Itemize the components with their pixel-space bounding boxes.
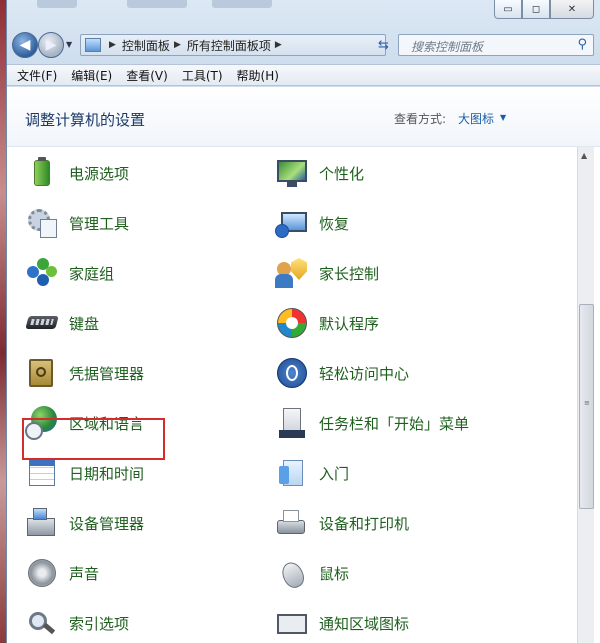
highlight-box	[22, 418, 165, 460]
calendar-icon	[25, 456, 59, 490]
item-homegroup[interactable]: 家庭组	[25, 255, 114, 291]
content-header: 调整计算机的设置 查看方式: 大图标 ▼	[7, 87, 600, 147]
minimize-button[interactable]: ▭	[494, 0, 522, 19]
search-placeholder: 搜索控制面板	[411, 40, 484, 54]
navigation-bar: ◀ ▶ ▼ ▶ 控制面板 ▶ 所有控制面板项 ▶ ▼ ⇆ 搜索控制面板 ⚲	[6, 30, 600, 60]
caption-buttons: ▭ ◻ ✕	[494, 0, 594, 19]
background-window-titles	[27, 0, 287, 24]
taskbar-icon	[275, 406, 309, 440]
item-sound[interactable]: 声音	[25, 555, 99, 591]
item-date-time[interactable]: 日期和时间	[25, 455, 144, 491]
item-personalization[interactable]: 个性化	[275, 155, 364, 191]
breadcrumb-separator-icon[interactable]: ▶	[109, 40, 116, 50]
address-bar[interactable]: ▶ 控制面板 ▶ 所有控制面板项 ▶ ▼	[80, 34, 405, 56]
item-label: 设备和打印机	[319, 514, 410, 533]
credential-manager-icon	[25, 356, 59, 390]
parental-controls-icon	[275, 256, 309, 290]
scrollbar-thumb[interactable]: ≡	[579, 304, 594, 509]
item-label: 家庭组	[69, 264, 115, 283]
device-manager-icon	[25, 506, 59, 540]
item-devices-printers[interactable]: 设备和打印机	[275, 505, 409, 541]
item-notification-area-icons[interactable]: 通知区域图标	[275, 605, 409, 641]
notification-icon	[275, 606, 309, 640]
content-pane: 调整计算机的设置 查看方式: 大图标 ▼ 电源选项 个性化 管理工具 恢复 家庭…	[7, 87, 600, 643]
item-mouse[interactable]: 鼠标	[275, 555, 350, 592]
view-by-label: 查看方式:	[394, 112, 447, 126]
item-recovery[interactable]: 恢复	[275, 205, 349, 241]
item-parental-controls[interactable]: 家长控制	[275, 255, 379, 291]
menu-tools[interactable]: 工具(T)	[182, 67, 223, 84]
item-label: 鼠标	[319, 564, 350, 583]
item-device-manager[interactable]: 设备管理器	[25, 505, 144, 541]
menu-edit[interactable]: 编辑(E)	[71, 67, 112, 84]
item-label: 任务栏和「开始」菜单	[319, 414, 470, 433]
speaker-icon	[25, 556, 59, 590]
scroll-up-icon[interactable]: ▲	[581, 151, 587, 160]
recent-pages-dropdown-icon[interactable]: ▼	[66, 40, 72, 49]
admin-tools-icon	[25, 206, 59, 240]
grip-icon: ≡	[584, 399, 590, 407]
getting-started-icon	[275, 456, 309, 490]
item-label: 键盘	[69, 314, 100, 333]
page-title: 调整计算机的设置	[25, 111, 146, 129]
item-label: 家长控制	[319, 264, 380, 283]
chevron-down-icon[interactable]: ▼	[500, 113, 506, 122]
breadcrumb-separator-icon[interactable]: ▶	[275, 40, 282, 50]
item-label: 默认程序	[319, 314, 380, 333]
homegroup-icon	[25, 256, 59, 290]
item-label: 入门	[319, 464, 350, 483]
close-button[interactable]: ✕	[550, 0, 594, 19]
item-label: 个性化	[319, 164, 365, 183]
personalization-icon	[275, 156, 309, 190]
item-ease-of-access[interactable]: 轻松访问中心	[275, 355, 409, 391]
search-icon[interactable]: ⚲	[577, 37, 587, 52]
item-label: 恢复	[319, 214, 350, 233]
recovery-icon	[275, 206, 309, 240]
item-getting-started[interactable]: 入门	[275, 455, 349, 491]
menu-bar: 文件(F) 编辑(E) 查看(V) 工具(T) 帮助(H)	[7, 64, 600, 86]
vertical-scrollbar[interactable]: ▲ ≡	[577, 147, 594, 643]
indexing-icon	[25, 606, 59, 640]
maximize-button[interactable]: ◻	[522, 0, 550, 19]
item-label: 轻松访问中心	[319, 364, 410, 383]
item-indexing-options[interactable]: 索引选项	[25, 605, 129, 641]
menu-view[interactable]: 查看(V)	[126, 67, 168, 84]
item-admin-tools[interactable]: 管理工具	[25, 205, 129, 241]
mouse-icon	[275, 556, 309, 592]
back-button[interactable]: ◀	[12, 32, 38, 58]
battery-icon	[25, 156, 59, 190]
control-panel-icon	[85, 38, 101, 52]
default-programs-icon	[275, 306, 309, 340]
control-panel-items: 电源选项 个性化 管理工具 恢复 家庭组 家长控制 键盘 默认程序 凭据管理器 …	[7, 147, 577, 643]
breadcrumb-all-items[interactable]: 所有控制面板项	[187, 37, 271, 54]
menu-help[interactable]: 帮助(H)	[237, 67, 279, 84]
item-label: 日期和时间	[69, 464, 145, 483]
item-label: 电源选项	[69, 164, 130, 183]
item-power-options[interactable]: 电源选项	[25, 155, 129, 191]
item-label: 通知区域图标	[319, 614, 410, 633]
ease-of-access-icon	[275, 356, 309, 390]
view-by-dropdown[interactable]: 大图标	[458, 110, 494, 127]
breadcrumb-control-panel[interactable]: 控制面板	[122, 37, 170, 54]
item-label: 声音	[69, 564, 100, 583]
item-credential-manager[interactable]: 凭据管理器	[25, 355, 144, 391]
search-input[interactable]: 搜索控制面板 ⚲	[398, 34, 594, 56]
item-label: 索引选项	[69, 614, 130, 633]
breadcrumb-separator-icon[interactable]: ▶	[174, 40, 181, 50]
printer-icon	[275, 506, 309, 540]
menu-file[interactable]: 文件(F)	[17, 67, 57, 84]
refresh-icon[interactable]: ⇆	[378, 38, 389, 53]
item-taskbar-start-menu[interactable]: 任务栏和「开始」菜单	[275, 405, 469, 441]
item-keyboard[interactable]: 键盘	[25, 305, 99, 341]
item-default-programs[interactable]: 默认程序	[275, 305, 379, 341]
item-label: 凭据管理器	[69, 364, 145, 383]
item-label: 设备管理器	[69, 514, 145, 533]
item-label: 管理工具	[69, 214, 130, 233]
forward-button[interactable]: ▶	[38, 32, 64, 58]
keyboard-icon	[25, 306, 59, 340]
